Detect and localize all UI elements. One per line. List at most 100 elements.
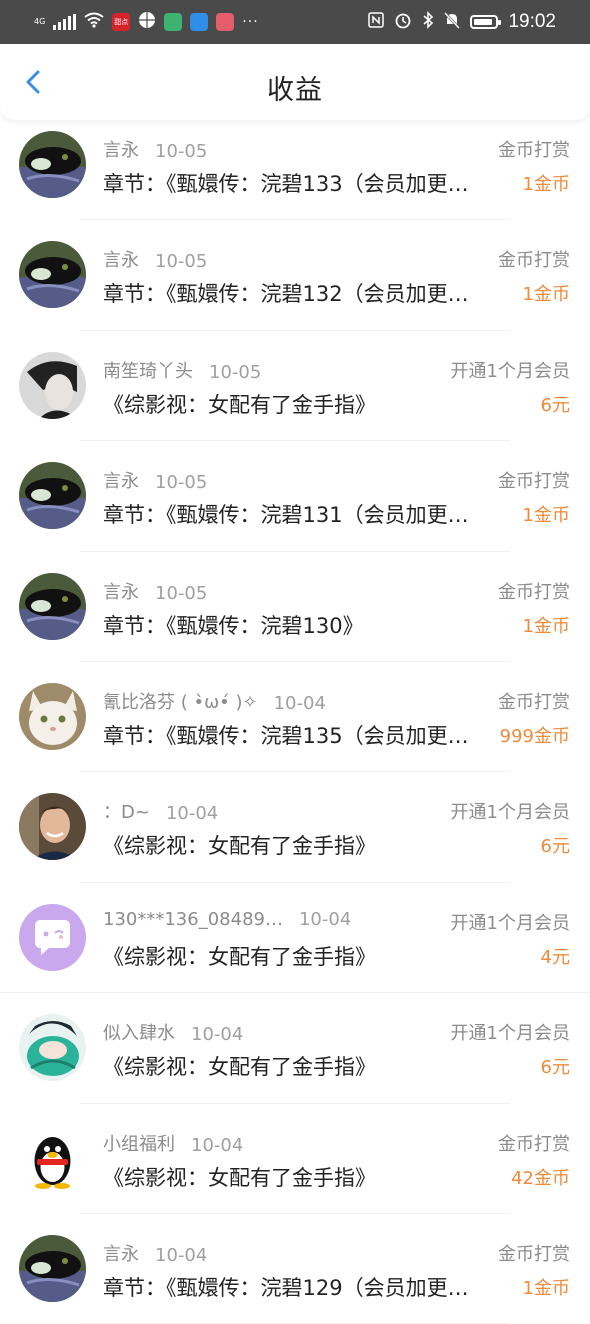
network-type: 4G	[34, 17, 46, 26]
record-date: 10-05	[155, 251, 208, 273]
user-name: 130***136_08489…	[103, 908, 283, 930]
cat-black-avatar[interactable]	[19, 462, 86, 530]
record-content: 章节：《甄嬛传：浣碧133（会员加更）》	[103, 172, 478, 196]
record-date: 10-05	[155, 582, 208, 604]
record-meta: ：D~ 10-04	[103, 798, 218, 824]
record-meta: 言永 10-05	[103, 136, 207, 162]
bluetooth-icon	[422, 11, 434, 33]
signal-icon	[53, 14, 77, 30]
record-item[interactable]: 言永 10-05 金币打赏 章节：《甄嬛传：浣碧133（会员加更）》 1金币	[0, 110, 590, 221]
record-meta: 小组福利 10-04	[103, 1130, 243, 1156]
record-content: 《综影视：女配有了金手指》	[103, 944, 376, 969]
user-name: 言永	[103, 1243, 139, 1265]
girl-portrait-avatar[interactable]	[19, 351, 86, 419]
app-notification-icon: 甜点	[112, 13, 131, 31]
home-app-icon	[164, 13, 183, 31]
record-content: 《综影视：女配有了金手指》	[103, 1055, 376, 1080]
record-type: 金币打赏	[498, 140, 570, 161]
clock-time: 19:02	[508, 11, 556, 32]
user-name: 言永	[103, 471, 139, 493]
record-date: 10-04	[191, 1134, 244, 1156]
record-content: 章节：《甄嬛传：浣碧129（会员加更）》	[103, 1275, 478, 1300]
mute-bell-icon	[444, 11, 461, 33]
record-amount: 6元	[540, 394, 570, 416]
record-content: 章节：《甄嬛传：浣碧135（会员加更）》	[103, 723, 478, 748]
record-item[interactable]: 言永 10-05 金币打赏 章节：《甄嬛传：浣碧131（会员加更）》 1金币	[0, 441, 590, 552]
basketball-icon	[138, 11, 156, 33]
user-name: 小组福利	[103, 1133, 175, 1155]
cat-black-avatar[interactable]	[19, 572, 86, 640]
record-content: 章节：《甄嬛传：浣碧130》	[103, 613, 364, 638]
income-record-list[interactable]: 言永 10-05 金币打赏 章节：《甄嬛传：浣碧133（会员加更）》 1金币 言永 10-0…	[0, 110, 590, 1324]
record-content: 《综影视：女配有了金手指》	[103, 1165, 376, 1190]
cat-black-avatar[interactable]	[19, 1234, 86, 1302]
record-type: 金币打赏	[498, 1243, 570, 1265]
record-date: 10-04	[273, 692, 326, 714]
record-date: 10-05	[155, 141, 208, 162]
anime-teal-avatar[interactable]	[19, 1014, 86, 1082]
record-content: 章节：《甄嬛传：浣碧131（会员加更）》	[103, 503, 478, 528]
man-smiling-avatar[interactable]	[19, 793, 86, 861]
record-meta: 言永 10-04	[103, 1240, 207, 1266]
record-amount: 6元	[540, 1057, 570, 1079]
record-meta: 言永 10-05	[103, 467, 207, 493]
status-bar-left: 4G 甜点 ···	[34, 10, 259, 34]
record-date: 10-04	[191, 1024, 244, 1046]
record-date: 10-05	[155, 472, 208, 494]
record-amount: 4元	[540, 946, 570, 968]
record-item[interactable]: 小组福利 10-04 金币打赏 《综影视：女配有了金手指》 42金币	[0, 1104, 590, 1214]
cat-black-avatar[interactable]	[19, 131, 86, 198]
qq-penguin-avatar[interactable]	[19, 1124, 86, 1192]
record-content: 《综影视：女配有了金手指》	[103, 392, 376, 417]
record-type: 开通1个月会员	[450, 912, 570, 934]
record-type: 开通1个月会员	[450, 360, 570, 382]
record-type: 开通1个月会员	[450, 1023, 570, 1045]
user-name: 似入肆水	[103, 1023, 175, 1045]
nfc-icon	[368, 12, 385, 32]
record-type: 金币打赏	[498, 1133, 570, 1155]
status-bar-right: 19:02	[368, 10, 556, 34]
user-name: 言永	[103, 250, 139, 272]
record-meta: 130***136_08489… 10-04	[103, 909, 351, 930]
record-content: 章节：《甄嬛传：浣碧132（会员加更）》	[103, 282, 478, 307]
record-date: 10-04	[298, 908, 352, 930]
cloud-app-icon	[190, 13, 209, 31]
record-amount: 1金币	[522, 284, 570, 306]
user-name: 南笙琦丫头	[103, 360, 193, 382]
record-meta: 南笙琦丫头 10-05	[103, 357, 261, 383]
record-meta: 氰比洛芬 ( •̀ω•́ )✧ 10-04	[103, 688, 326, 714]
record-type: 金币打赏	[498, 250, 570, 272]
record-item[interactable]: 言永 10-05 金币打赏 章节：《甄嬛传：浣碧130》 1金币	[0, 552, 590, 662]
book-app-icon	[216, 13, 235, 31]
record-meta: 似入肆水 10-04	[103, 1019, 243, 1045]
default-chat-avatar[interactable]	[19, 903, 86, 971]
record-amount: 1金币	[522, 174, 570, 195]
record-item[interactable]: 言永 10-05 金币打赏 章节：《甄嬛传：浣碧132（会员加更）》 1金币	[0, 220, 590, 331]
user-name: ：D~	[103, 802, 150, 824]
record-item[interactable]: 言永 10-04 金币打赏 章节：《甄嬛传：浣碧129（会员加更）》 1金币	[0, 1214, 590, 1324]
record-meta: 言永 10-05	[103, 578, 207, 604]
record-date: 10-04	[165, 803, 219, 825]
record-amount: 6元	[540, 836, 570, 858]
record-type: 金币打赏	[498, 691, 570, 713]
page-header: 收益	[0, 44, 590, 120]
user-name: 言永	[103, 140, 139, 161]
more-notifications-icon: ···	[242, 14, 259, 30]
record-item[interactable]: 似入肆水 10-04 开通1个月会员《综影视：女配有了金手指》 6元	[0, 993, 590, 1104]
user-name: 言永	[103, 581, 139, 603]
cat-white-avatar[interactable]	[19, 682, 86, 750]
record-item[interactable]: 130***136_08489… 10-04 开通1个月会员《综影视：女配有了金手指…	[0, 883, 590, 994]
user-name: 氰比洛芬 ( •̀ω•́ )✧	[103, 691, 258, 713]
record-amount: 1金币	[522, 615, 570, 637]
record-item[interactable]: ：D~ 10-04 开通1个月会员 《综影视：女配有了金手指》 6元	[0, 772, 590, 883]
cat-black-avatar[interactable]	[19, 241, 86, 309]
record-item[interactable]: 南笙琦丫头 10-05 开通1个月会员《综影视：女配有了金手指》 6元	[0, 331, 590, 442]
record-amount: 1金币	[522, 505, 570, 527]
page-title: 收益	[267, 75, 323, 106]
record-type: 开通1个月会员	[450, 802, 570, 824]
record-amount: 999金币	[499, 725, 570, 747]
record-item[interactable]: 氰比洛芬 ( •̀ω•́ )✧ 10-04 金币打赏 章节：《甄嬛传：浣碧135（会员…	[0, 662, 590, 773]
status-bar: 4G 甜点 ··· 19:02	[0, 0, 590, 44]
record-date: 10-04	[155, 1244, 208, 1266]
record-type: 金币打赏	[498, 471, 570, 493]
